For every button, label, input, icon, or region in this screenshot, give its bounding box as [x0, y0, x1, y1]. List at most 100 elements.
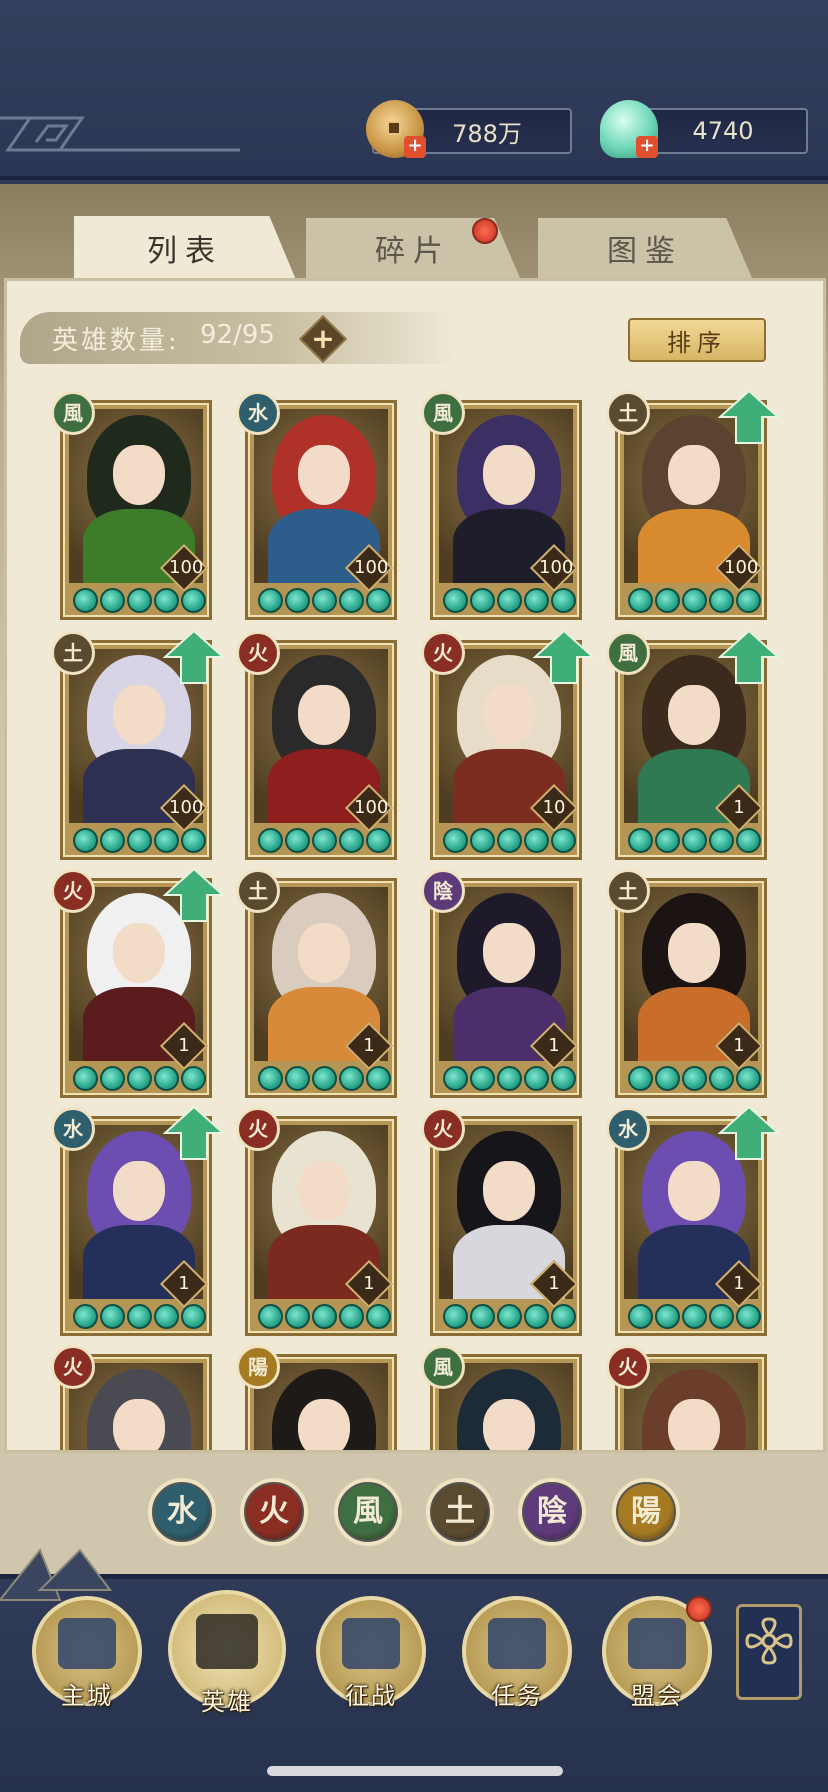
element-filter-button[interactable]: 風 — [334, 1478, 402, 1546]
jade-star-icon — [682, 828, 707, 853]
star-rating — [628, 1304, 761, 1329]
hero-level-value: 1 — [363, 1273, 375, 1294]
star-rating — [443, 828, 576, 853]
element-filter-button[interactable]: 陰 — [518, 1478, 586, 1546]
hero-count-value: 92/95 — [200, 320, 275, 350]
hero-card[interactable]: 100 風 — [51, 391, 212, 620]
element-badge: 風 — [421, 1345, 465, 1389]
jade-star-icon — [655, 1304, 680, 1329]
jade-star-icon — [127, 1304, 152, 1329]
hero-count-label: 英雄数量: — [52, 326, 180, 356]
element-badge: 風 — [606, 631, 650, 675]
jade-star-icon — [709, 1304, 734, 1329]
hero-level-value: 1 — [178, 1273, 190, 1294]
element-badge: 水 — [236, 391, 280, 435]
element-badge: 土 — [51, 631, 95, 675]
jade-star-icon — [366, 828, 391, 853]
element-badge: 水 — [606, 1107, 650, 1151]
jade-star-icon — [655, 588, 680, 613]
hero-card[interactable]: 1陰 — [421, 869, 582, 1098]
jade-star-icon — [497, 588, 522, 613]
hero-card[interactable]: 1土 — [606, 869, 767, 1098]
hero-card[interactable]: 10 火 — [421, 629, 595, 860]
jade-star-icon — [470, 1304, 495, 1329]
element-filter-button[interactable]: 土 — [426, 1478, 494, 1546]
hero-card[interactable]: 100 土 — [606, 390, 780, 620]
star-rating — [258, 588, 391, 613]
hero-card[interactable]: 陽 — [236, 1345, 397, 1450]
jade-star-icon — [655, 828, 680, 853]
upgrade-arrow-icon — [163, 1105, 225, 1160]
element-badge: 土 — [236, 869, 280, 913]
jade-star-icon — [682, 1066, 707, 1091]
sort-button[interactable]: 排序 — [628, 318, 766, 362]
hero-level-value: 100 — [169, 557, 204, 578]
jade-star-icon — [73, 588, 98, 613]
jade-star-icon — [258, 828, 283, 853]
jade-star-icon — [443, 828, 468, 853]
jade-star-icon — [154, 1304, 179, 1329]
hero-card[interactable]: 1火 — [421, 1107, 582, 1336]
tab-codex[interactable]: 图鉴 — [538, 218, 752, 278]
jade-star-icon — [736, 1304, 761, 1329]
hero-card[interactable]: 1水 — [51, 1105, 225, 1336]
tab-list[interactable]: 列表 — [74, 216, 296, 280]
hero-card[interactable]: 100 風 — [421, 391, 582, 620]
star-rating — [73, 1066, 206, 1091]
jade-star-icon — [443, 1066, 468, 1091]
jade-star-icon — [285, 1066, 310, 1091]
element-filter-button[interactable]: 水 — [148, 1478, 216, 1546]
upgrade-arrow-icon — [533, 629, 595, 684]
jade-star-icon — [154, 828, 179, 853]
hero-portrait-icon — [196, 1613, 258, 1669]
jade-star-icon — [181, 1066, 206, 1091]
star-rating — [628, 828, 761, 853]
hero-level-value: 1 — [733, 1273, 745, 1294]
battle-helmet-icon — [342, 1618, 400, 1670]
jade-star-icon — [127, 1066, 152, 1091]
jade-star-icon — [736, 1066, 761, 1091]
jade-star-icon — [154, 588, 179, 613]
jade-star-icon — [285, 1304, 310, 1329]
hero-card[interactable]: 風 — [421, 1345, 582, 1450]
jade-star-icon — [551, 588, 576, 613]
jade-star-icon — [497, 1066, 522, 1091]
hero-level-value: 100 — [539, 557, 574, 578]
element-badge: 水 — [51, 1107, 95, 1151]
jade-star-icon — [73, 828, 98, 853]
jade-star-icon — [524, 588, 549, 613]
jade-star-icon — [709, 1066, 734, 1091]
star-rating — [258, 1304, 391, 1329]
upgrade-arrow-icon — [718, 1105, 780, 1160]
hero-card[interactable]: 1水 — [606, 1105, 780, 1336]
jade-star-icon — [470, 828, 495, 853]
jade-star-icon — [154, 1066, 179, 1091]
hero-card[interactable]: 100 土 — [51, 629, 225, 860]
element-badge: 火 — [51, 869, 95, 913]
nav-label: 主城 — [61, 1682, 113, 1710]
hero-card[interactable]: 火 — [606, 1345, 767, 1450]
hero-level-value: 1 — [733, 1035, 745, 1056]
flower-menu-icon — [745, 1617, 793, 1665]
jade-star-icon — [470, 588, 495, 613]
element-filter-button[interactable]: 火 — [240, 1478, 308, 1546]
hero-card[interactable]: 1火 — [51, 867, 225, 1098]
element-filter-button[interactable]: 陽 — [612, 1478, 680, 1546]
cloud-pattern-logo-icon — [0, 116, 240, 152]
hero-card[interactable]: 1火 — [236, 1107, 397, 1336]
star-rating — [443, 1066, 576, 1091]
jade-star-icon — [258, 1304, 283, 1329]
hero-card[interactable]: 100 水 — [236, 391, 397, 620]
element-badge: 火 — [236, 631, 280, 675]
star-rating — [443, 1304, 576, 1329]
hero-card[interactable]: 100 火 — [236, 631, 397, 860]
hero-card[interactable]: 1風 — [606, 629, 780, 860]
jade-star-icon — [628, 1066, 653, 1091]
hero-card[interactable]: 火 — [51, 1345, 212, 1450]
add-gems-button[interactable]: + — [636, 136, 658, 158]
upgrade-arrow-icon — [718, 629, 780, 684]
hero-card[interactable]: 1土 — [236, 869, 397, 1098]
element-badge: 火 — [236, 1107, 280, 1151]
add-coins-button[interactable]: + — [404, 136, 426, 158]
more-menu-button[interactable] — [736, 1604, 802, 1700]
